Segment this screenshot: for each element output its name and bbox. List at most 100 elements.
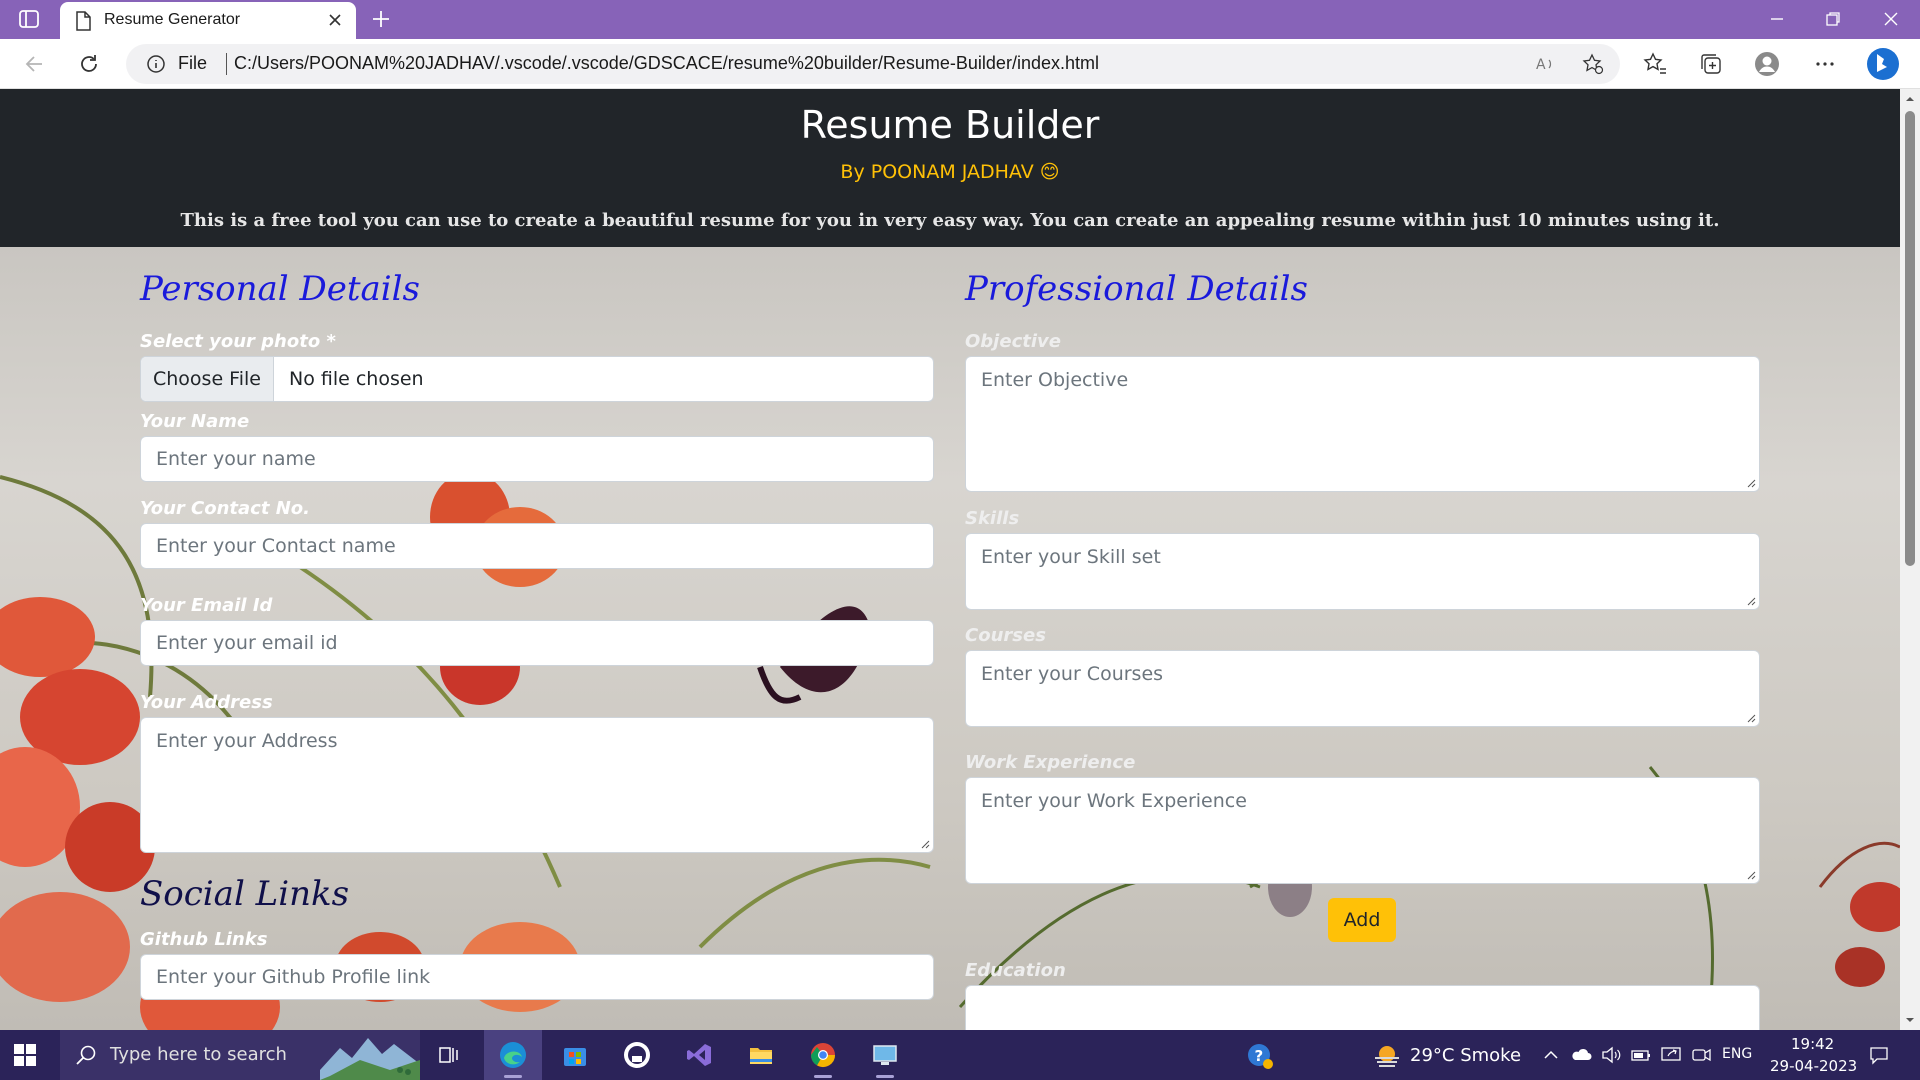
- taskbar-search-box[interactable]: Type here to search: [60, 1030, 420, 1080]
- address-toolbar: File C:/Users/POONAM%20JADHAV/.vscode/.v…: [0, 39, 1920, 89]
- contact-input[interactable]: Enter your Contact name: [140, 523, 934, 569]
- remote-desktop-icon: [873, 1045, 897, 1065]
- add-work-experience-button[interactable]: Add: [1328, 898, 1396, 942]
- favorites-icon[interactable]: [1642, 51, 1668, 77]
- choose-file-button[interactable]: Choose File: [141, 357, 274, 401]
- search-icon: [76, 1045, 96, 1065]
- windows-start-icon[interactable]: [12, 1042, 38, 1068]
- taskbar-edge[interactable]: [484, 1030, 542, 1080]
- close-tab-icon[interactable]: [326, 11, 344, 29]
- visual-studio-icon: [687, 1044, 711, 1066]
- taskbar-chrome[interactable]: [794, 1030, 852, 1080]
- github-input[interactable]: Enter your Github Profile link: [140, 954, 934, 1000]
- resize-grip-icon[interactable]: [1746, 478, 1756, 488]
- work-experience-label: Work Experience: [965, 752, 1136, 773]
- file-explorer-icon: [750, 1048, 772, 1064]
- tab-title: Resume Generator: [104, 11, 241, 28]
- work-experience-textarea[interactable]: Enter your Work Experience: [965, 777, 1760, 884]
- chrome-browser-icon: [811, 1043, 835, 1068]
- scrollbar-thumb[interactable]: [1905, 111, 1915, 566]
- notifications-icon[interactable]: [1868, 1044, 1890, 1066]
- onedrive-cloud-icon[interactable]: [1570, 1044, 1592, 1066]
- url-scheme-label: File: [178, 53, 208, 73]
- resize-grip-icon[interactable]: [1746, 596, 1756, 606]
- clock-time[interactable]: 19:42: [1791, 1035, 1834, 1053]
- taskbar-remote-desktop[interactable]: [856, 1030, 914, 1080]
- name-input[interactable]: Enter your name: [140, 436, 934, 482]
- page-tagline: This is a free tool you can use to creat…: [180, 210, 1720, 231]
- github-desktop-icon: [624, 1042, 650, 1068]
- microsoft-store-icon: [564, 1048, 586, 1066]
- volume-icon[interactable]: [1600, 1044, 1622, 1066]
- help-icon[interactable]: ?: [1246, 1042, 1274, 1070]
- battery-icon[interactable]: [1630, 1044, 1652, 1066]
- courses-label: Courses: [965, 625, 1046, 646]
- resize-grip-icon[interactable]: [1746, 713, 1756, 723]
- author-byline: By POONAM JADHAV 😊: [840, 161, 1060, 183]
- more-options-icon[interactable]: [1812, 51, 1838, 77]
- taskbar-store[interactable]: [546, 1030, 604, 1080]
- browser-tab-bar: Resume Generator: [0, 0, 1920, 39]
- email-input[interactable]: Enter your email id: [140, 620, 934, 666]
- scroll-up-icon[interactable]: [1905, 94, 1915, 104]
- no-file-chosen-text: No file chosen: [289, 368, 424, 390]
- url-separator: [226, 53, 227, 75]
- bing-chat-icon[interactable]: [1866, 47, 1900, 81]
- scroll-down-icon[interactable]: [1905, 1015, 1915, 1025]
- search-highlight-landscape-icon: [320, 1038, 420, 1080]
- address-placeholder: Enter your Address: [156, 730, 338, 752]
- page-icon: [76, 11, 91, 31]
- work-experience-placeholder: Enter your Work Experience: [981, 790, 1247, 812]
- task-view-button[interactable]: [420, 1030, 478, 1080]
- weather-text[interactable]: 29°C Smoke: [1410, 1045, 1521, 1066]
- objective-textarea[interactable]: Enter Objective: [965, 356, 1760, 492]
- personal-details-heading: Personal Details: [140, 269, 421, 309]
- contact-label: Your Contact No.: [140, 498, 310, 519]
- refresh-icon[interactable]: [76, 51, 102, 77]
- photo-file-input[interactable]: Choose File No file chosen: [140, 356, 934, 402]
- social-links-heading: Social Links: [140, 874, 350, 914]
- collections-icon[interactable]: [1698, 51, 1724, 77]
- new-tab-icon[interactable]: [370, 8, 392, 30]
- courses-textarea[interactable]: Enter your Courses: [965, 650, 1760, 727]
- task-view-icon: [439, 1047, 458, 1063]
- resize-grip-icon[interactable]: [1746, 870, 1756, 880]
- page-header: Resume Builder By POONAM JADHAV 😊 This i…: [0, 89, 1900, 247]
- screen-projection-icon[interactable]: [1660, 1044, 1682, 1066]
- info-icon[interactable]: [146, 54, 166, 74]
- objective-placeholder: Enter Objective: [981, 369, 1129, 391]
- edge-browser-icon: [500, 1042, 526, 1068]
- taskbar-file-explorer[interactable]: [732, 1030, 790, 1080]
- camera-privacy-icon[interactable]: [1690, 1044, 1712, 1066]
- address-textarea[interactable]: Enter your Address: [140, 717, 934, 853]
- minimize-icon[interactable]: [1766, 8, 1788, 30]
- github-label: Github Links: [140, 929, 268, 950]
- show-hidden-icons-chevron-icon[interactable]: [1540, 1044, 1562, 1066]
- svg-text:?: ?: [1255, 1047, 1264, 1065]
- page-scrollbar[interactable]: [1900, 89, 1920, 1030]
- courses-placeholder: Enter your Courses: [981, 663, 1164, 685]
- skills-label: Skills: [965, 508, 1020, 529]
- education-textarea[interactable]: [965, 985, 1760, 1030]
- url-text[interactable]: C:/Users/POONAM%20JADHAV/.vscode/.vscode…: [234, 53, 1099, 74]
- read-aloud-icon[interactable]: A: [1534, 53, 1556, 75]
- address-label: Your Address: [140, 692, 273, 713]
- tab-actions-icon[interactable]: [18, 8, 40, 30]
- close-window-icon[interactable]: [1880, 8, 1902, 30]
- tab-resume-generator[interactable]: Resume Generator: [60, 2, 356, 39]
- clock-date[interactable]: 29-04-2023: [1770, 1057, 1857, 1075]
- taskbar-visual-studio[interactable]: [670, 1030, 728, 1080]
- restore-icon[interactable]: [1822, 8, 1844, 30]
- education-label: Education: [965, 960, 1066, 981]
- resize-grip-icon[interactable]: [920, 839, 930, 849]
- input-language-indicator[interactable]: ENG: [1722, 1046, 1752, 1062]
- add-favorite-icon[interactable]: [1582, 53, 1604, 75]
- address-bar[interactable]: File C:/Users/POONAM%20JADHAV/.vscode/.v…: [126, 44, 1620, 84]
- taskbar-github-desktop[interactable]: [608, 1030, 666, 1080]
- back-icon[interactable]: [22, 51, 48, 77]
- objective-label: Objective: [965, 331, 1061, 352]
- skills-textarea[interactable]: Enter your Skill set: [965, 533, 1760, 610]
- profile-avatar-icon[interactable]: [1754, 51, 1780, 77]
- photo-label: Select your photo *: [140, 331, 336, 352]
- weather-hazy-icon: [1375, 1046, 1399, 1067]
